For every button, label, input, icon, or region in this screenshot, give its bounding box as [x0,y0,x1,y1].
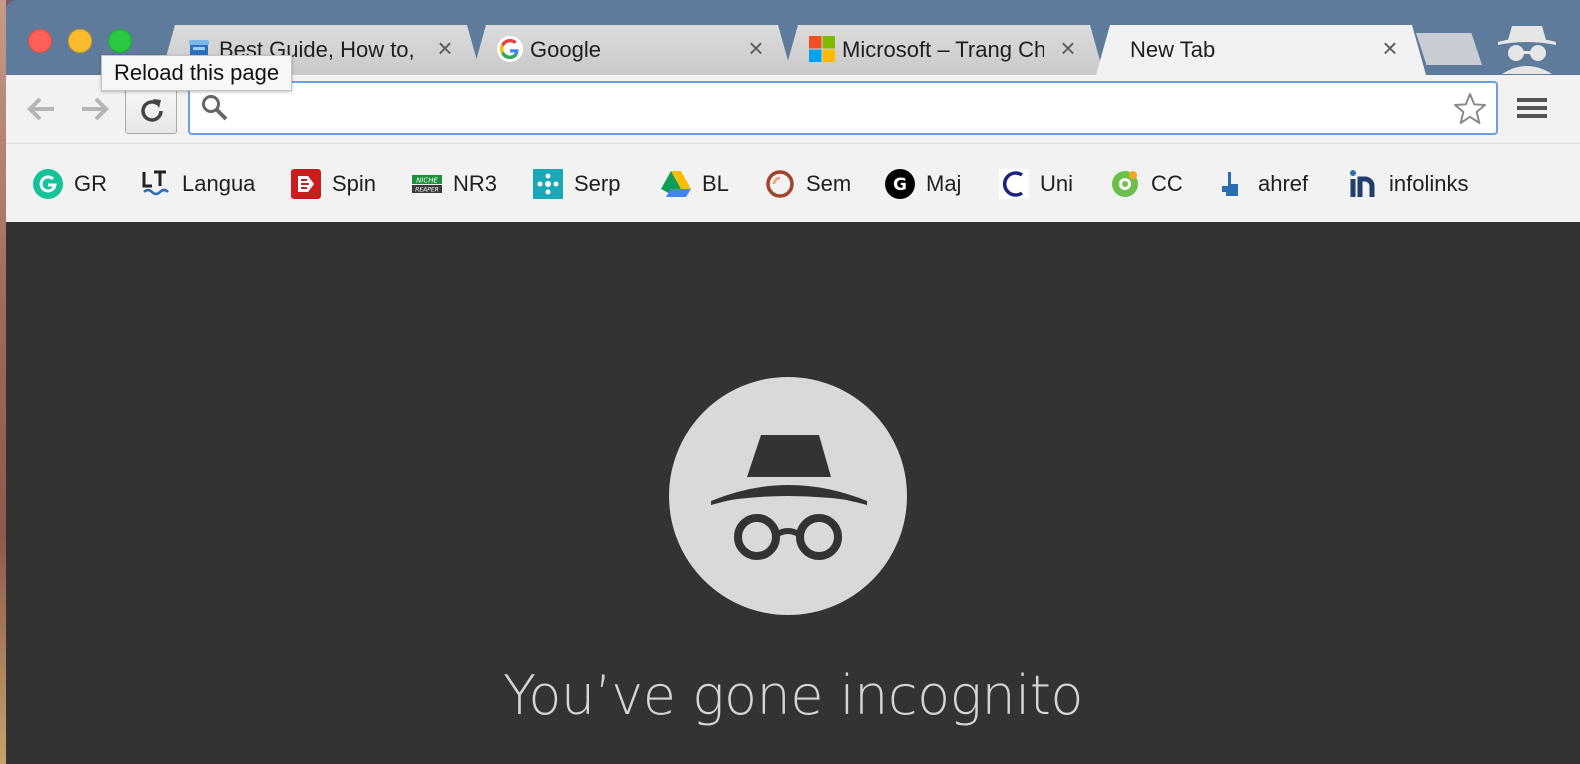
reload-tooltip: Reload this page [101,55,293,91]
niche-reaper-icon: NICHE REAPER [412,175,442,194]
close-tab-icon[interactable]: × [1056,35,1080,61]
cc-icon [1112,171,1138,197]
browser-window: Best Guide, How to, × Google × Microsoft… [6,0,1580,764]
bookmark-label: Spin [332,171,377,196]
close-tab-icon[interactable]: × [433,35,457,61]
reload-icon [141,99,163,122]
infolinks-icon [1350,170,1375,197]
bookmark-label: Uni [1040,171,1074,196]
window-zoom-button[interactable] [108,29,132,53]
incognito-page: You’ve gone incognito [6,222,1580,764]
bookmark-label: Langua [182,171,256,196]
serp-icon [533,169,563,199]
incognito-headline: You’ve gone incognito [503,664,1083,727]
uni-icon [999,169,1029,199]
bookmark-label: Maj [926,171,962,196]
new-tab-button[interactable] [1416,33,1482,65]
address-input[interactable] [236,89,1440,127]
svg-text:REAPER: REAPER [415,187,439,194]
reload-button[interactable] [125,84,177,134]
tab-google[interactable]: Google × [472,25,792,75]
bookmark-star-icon[interactable] [1452,91,1488,127]
semrush-icon [766,170,794,198]
bookmark-label: infolinks [1389,171,1469,196]
tab-title: Microsoft – Trang Ch [842,37,1044,62]
address-bar[interactable] [188,81,1498,135]
back-arrow-icon[interactable] [22,91,60,127]
bookmark-label: CC [1151,171,1183,196]
grammarly-icon [33,169,63,199]
close-tab-icon[interactable]: × [1378,35,1402,61]
svg-text:NICHE: NICHE [416,177,438,185]
incognito-avatar-icon [1498,26,1556,74]
bookmarks-bar: GR Langua Spin NICHE REAPER NR3 Serp BL … [6,143,1580,222]
bookmark-label: Serp [574,171,621,196]
search-icon [202,95,228,121]
majestic-icon: G [885,169,915,199]
tab-title: Google [530,37,601,62]
svg-text:G: G [893,175,907,195]
bookmark-label: Sem [806,171,852,196]
tab-new-tab[interactable]: New Tab × [1096,25,1426,75]
tab-title: New Tab [1130,37,1216,62]
microsoft-favicon-icon [809,36,835,62]
ahrefs-icon [1222,172,1238,196]
google-favicon-icon [497,36,523,62]
spin-icon [291,169,321,199]
window-minimize-button[interactable] [68,29,92,53]
window-close-button[interactable] [28,29,52,53]
bookmark-label: BL [702,171,729,196]
bookmark-label: GR [74,171,107,196]
bookmark-label: NR3 [453,171,498,196]
google-drive-icon [661,171,691,197]
forward-arrow-icon[interactable] [76,91,114,127]
tab-microsoft[interactable]: Microsoft – Trang Ch × [784,25,1104,75]
menu-hamburger-icon[interactable] [1515,93,1549,123]
languagetool-icon [142,170,169,196]
incognito-logo [669,377,907,615]
close-tab-icon[interactable]: × [744,35,768,61]
incognito-icon [711,435,867,560]
bookmark-label: ahref [1258,171,1309,196]
